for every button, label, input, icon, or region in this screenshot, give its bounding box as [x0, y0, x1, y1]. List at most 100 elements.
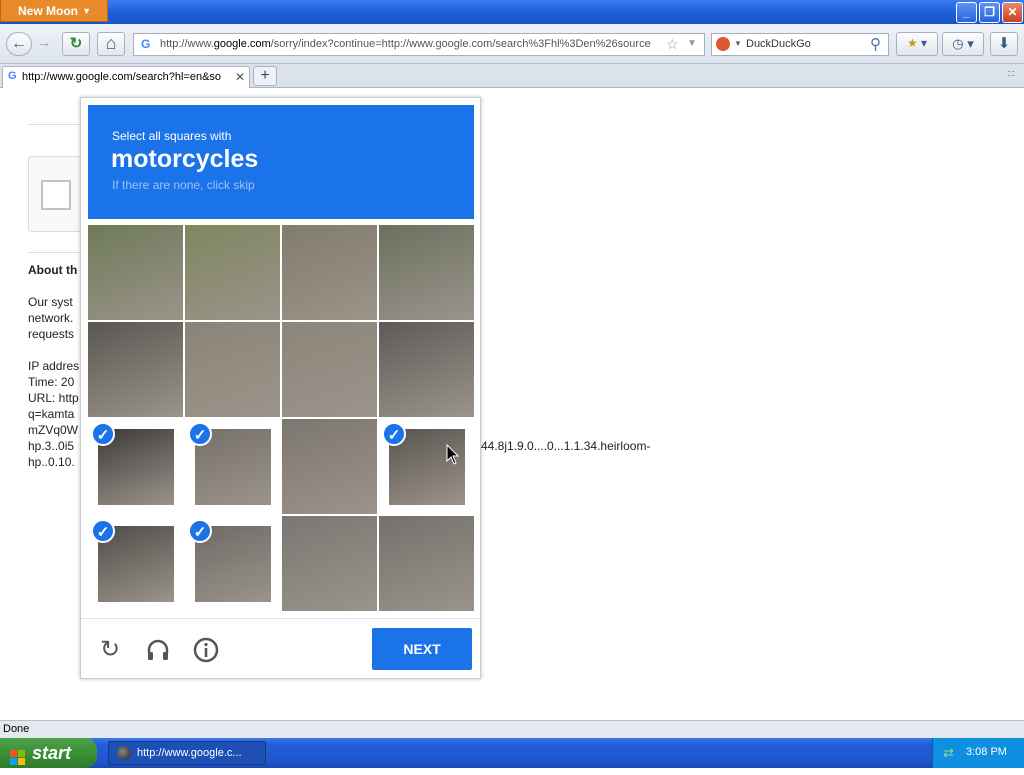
- captcha-tile[interactable]: [282, 419, 377, 514]
- captcha-tile-image: [88, 322, 183, 417]
- taskbar-item-label: http://www.google.c...: [137, 747, 242, 759]
- info-line: hp..0.10.: [28, 455, 75, 469]
- captcha-grid: ✓ ✓ ✓ ✓ ✓: [88, 225, 474, 611]
- captcha-tile[interactable]: [88, 225, 183, 320]
- checkmark-icon: ✓: [188, 422, 212, 446]
- headphones-icon[interactable]: [144, 636, 172, 664]
- divider: [28, 124, 88, 125]
- captcha-tile[interactable]: ✓: [379, 419, 474, 514]
- checkmark-icon: ✓: [188, 519, 212, 543]
- clock-icon: ◷: [952, 36, 964, 51]
- captcha-instruction: Select all squares with: [112, 129, 232, 143]
- minimize-button[interactable]: _: [956, 2, 977, 23]
- tab-label: http://www.google.com/search?hl=en&so: [22, 71, 222, 83]
- captcha-tile[interactable]: [185, 225, 280, 320]
- back-button[interactable]: ←: [6, 32, 32, 56]
- captcha-tile[interactable]: [379, 322, 474, 417]
- bookmarks-icon: ★: [906, 36, 918, 50]
- windows-logo-icon: [10, 745, 26, 765]
- title-bar: [0, 0, 1024, 24]
- body-line: requests: [28, 327, 75, 341]
- captcha-tile-image: [282, 419, 377, 514]
- captcha-tile-image: [185, 225, 280, 320]
- clock: 3:08 PM: [966, 746, 1007, 758]
- maximize-button[interactable]: ❐: [979, 2, 1000, 23]
- forward-button[interactable]: →: [33, 32, 55, 56]
- mouse-cursor-icon: [446, 444, 460, 465]
- tab-close-icon[interactable]: ✕: [235, 70, 245, 84]
- recaptcha-checkbox[interactable]: [41, 180, 71, 210]
- captcha-tile[interactable]: [282, 225, 377, 320]
- info-line: URL: http: [28, 391, 79, 405]
- checkmark-icon: ✓: [91, 519, 115, 543]
- checkmark-icon: ✓: [382, 422, 406, 446]
- duckduckgo-icon: [716, 37, 730, 51]
- reload-button[interactable]: ↻: [62, 32, 90, 56]
- new-tab-button[interactable]: +: [253, 66, 277, 86]
- captcha-tile-image: [282, 225, 377, 320]
- history-dropdown-icon[interactable]: ▼: [687, 38, 697, 49]
- captcha-tile[interactable]: [282, 322, 377, 417]
- about-heading: About th: [28, 263, 78, 277]
- divider: [28, 252, 88, 253]
- status-text: Done: [3, 723, 30, 735]
- captcha-tile-image: [379, 225, 474, 320]
- close-window-button[interactable]: ✕: [1002, 2, 1023, 23]
- captcha-tile-image: [379, 516, 474, 611]
- home-button[interactable]: ⌂: [97, 32, 125, 56]
- info-line: Time: 20: [28, 375, 75, 389]
- search-bar[interactable]: ▼ DuckDuckGo ⚲: [711, 33, 889, 56]
- download-arrow-icon: ⬇: [997, 35, 1011, 52]
- app-menu-button[interactable]: New Moon ▼: [0, 0, 108, 22]
- captcha-tile-image: [282, 322, 377, 417]
- info-icon[interactable]: [192, 636, 220, 664]
- chevron-down-icon: ▼: [82, 6, 91, 16]
- next-button[interactable]: NEXT: [372, 628, 472, 670]
- captcha-tile-image: [282, 516, 377, 611]
- history-button[interactable]: ◷ ▾: [942, 32, 984, 56]
- captcha-dialog: Select all squares with motorcycles If t…: [80, 97, 481, 679]
- bookmark-star-icon[interactable]: ☆: [666, 36, 679, 53]
- info-line: mZVq0W: [28, 423, 79, 437]
- downloads-button[interactable]: ⬇: [990, 32, 1018, 56]
- captcha-target-object: motorcycles: [111, 145, 259, 173]
- status-bar: Done: [0, 720, 1024, 738]
- captcha-tile-image: [185, 322, 280, 417]
- checkmark-icon: ✓: [91, 422, 115, 446]
- reload-icon[interactable]: ↻: [96, 636, 124, 664]
- body-line: network.: [28, 311, 74, 325]
- divider: [81, 618, 480, 619]
- app-menu-label: New Moon: [18, 4, 78, 18]
- captcha-tile-image: [88, 225, 183, 320]
- url-text: http://www.google.com/sorry/index?contin…: [160, 38, 651, 50]
- captcha-tile[interactable]: ✓: [185, 516, 280, 611]
- captcha-tile[interactable]: [185, 322, 280, 417]
- captcha-tile[interactable]: ✓: [88, 516, 183, 611]
- tab-google-search[interactable]: G http://www.google.com/search?hl=en&so …: [2, 66, 250, 88]
- url-fragment-text: 44.8j1.9.0....0...1.1.34.heirloom-: [481, 439, 651, 453]
- tab-list-icon[interactable]: ∷: [1008, 69, 1014, 80]
- info-line: q=kamta: [28, 407, 75, 421]
- captcha-tile[interactable]: [88, 322, 183, 417]
- taskbar-item-browser[interactable]: http://www.google.c...: [108, 741, 266, 765]
- captcha-tile[interactable]: [282, 516, 377, 611]
- captcha-hint: If there are none, click skip: [112, 178, 255, 192]
- captcha-tile[interactable]: ✓: [185, 419, 280, 514]
- google-favicon-icon: G: [8, 70, 17, 82]
- start-button[interactable]: start: [0, 738, 97, 768]
- engine-dropdown-icon[interactable]: ▼: [734, 39, 742, 48]
- url-bar[interactable]: G http://www.google.com/sorry/index?cont…: [133, 33, 705, 56]
- search-icon[interactable]: ⚲: [870, 35, 881, 53]
- captcha-tile[interactable]: ✓: [88, 419, 183, 514]
- google-favicon-icon: G: [141, 37, 151, 51]
- search-engine-label: DuckDuckGo: [746, 38, 811, 50]
- captcha-tile[interactable]: [379, 516, 474, 611]
- browser-icon: [117, 746, 131, 760]
- network-icon[interactable]: ⇄: [943, 745, 954, 761]
- body-line: Our syst: [28, 295, 73, 309]
- info-line: hp.3..0i5: [28, 439, 75, 453]
- start-label: start: [32, 743, 72, 763]
- captcha-tile[interactable]: [379, 225, 474, 320]
- info-line: IP addres: [28, 359, 80, 373]
- bookmarks-button[interactable]: ★ ▾: [896, 32, 938, 56]
